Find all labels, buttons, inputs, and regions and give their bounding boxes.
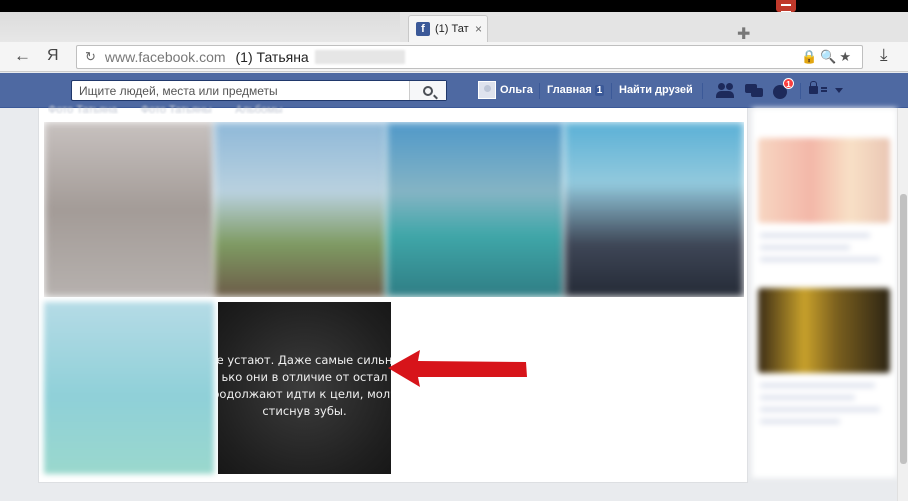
nav-home-link[interactable]: Главная 1 <box>547 84 605 96</box>
nav-profile-link[interactable]: Ольга <box>500 84 533 96</box>
subtab-photos-of[interactable]: Фото Татьяна <box>48 104 117 114</box>
sidebar-text-line <box>760 383 875 388</box>
user-avatar[interactable] <box>478 81 496 99</box>
photo-thumbnail[interactable] <box>214 122 386 297</box>
search-input[interactable] <box>72 81 408 100</box>
search-button[interactable] <box>409 81 446 100</box>
nav-home-label: Главная <box>547 84 592 96</box>
messages-icon[interactable] <box>744 82 764 100</box>
page-scrollbar[interactable] <box>897 108 908 501</box>
tab-title: (1) Тат <box>435 23 469 35</box>
url-field[interactable]: ↻ www.facebook.com (1) Татьяна 🔒🔍★ <box>76 45 863 69</box>
sidebar-text-line <box>760 419 840 424</box>
blurred-tabs <box>0 12 400 42</box>
annotation-arrow-shape <box>388 350 527 387</box>
chevron-down-icon <box>835 88 843 93</box>
facebook-favicon-icon: f <box>416 22 430 36</box>
photo-thumbnail-quote[interactable]: е устают. Даже самые сильн ько они в отл… <box>218 302 391 474</box>
nav-divider <box>800 83 801 99</box>
sidebar-ad-image[interactable] <box>758 288 890 373</box>
yandex-logo-icon[interactable]: Я <box>47 47 59 65</box>
lock-icon <box>809 81 818 94</box>
search-icon <box>423 85 433 96</box>
nav-divider <box>539 83 540 99</box>
url-host: www.facebook.com <box>104 49 226 65</box>
annotation-arrow-icon <box>388 350 527 387</box>
back-arrow-icon[interactable]: ← <box>14 46 31 66</box>
privacy-menu-icon[interactable] <box>809 81 845 100</box>
reload-icon[interactable]: ↻ <box>85 49 96 65</box>
menu-lines-icon <box>821 87 827 89</box>
tab-close-icon[interactable]: × <box>475 22 482 36</box>
photo-thumbnail[interactable] <box>564 122 744 297</box>
download-icon[interactable]: ⤓ <box>880 45 888 65</box>
photo-thumbnail-beach[interactable] <box>44 302 214 474</box>
subtab-albums[interactable]: Альбомы <box>235 104 282 114</box>
sidebar-text-line <box>760 257 880 262</box>
photo-subtabs: Фото Татьяна Фото Татьяны Альбомы <box>48 102 303 114</box>
masked-surname <box>314 50 405 64</box>
home-count-badge: 1 <box>594 85 605 96</box>
sidebar-ad-image[interactable] <box>758 138 890 223</box>
sidebar-text-line <box>760 395 855 400</box>
page-content: Фото Татьяна Фото Татьяны Альбомы е уста… <box>0 104 908 501</box>
photo-row-blurred <box>44 122 744 297</box>
scrollbar-thumb[interactable] <box>900 194 907 464</box>
browser-tab-bar: f (1) Тат × ✚ <box>0 12 908 43</box>
right-sidebar-blurred <box>752 108 897 478</box>
sidebar-text-line <box>760 245 850 250</box>
sidebar-text-line <box>760 233 870 238</box>
quote-text: е устают. Даже самые сильн ько они в отл… <box>218 353 391 418</box>
friend-requests-icon[interactable] <box>716 82 736 100</box>
notifications-badge: 1 <box>783 78 794 89</box>
subtab-photos-by[interactable]: Фото Татьяны <box>141 104 212 114</box>
photo-thumbnail[interactable] <box>386 122 564 297</box>
browser-address-bar: ← Я ↻ www.facebook.com (1) Татьяна 🔒🔍★ ⤓ <box>0 42 908 72</box>
photo-thumbnail[interactable] <box>44 122 214 297</box>
nav-divider <box>611 83 612 99</box>
new-tab-icon[interactable]: ✚ <box>737 27 750 43</box>
sidebar-text-line <box>760 407 880 412</box>
notifications-icon[interactable]: 1 <box>772 78 794 100</box>
tab-facebook[interactable]: f (1) Тат × <box>408 15 488 42</box>
nav-find-friends-link[interactable]: Найти друзей <box>619 84 693 96</box>
nav-divider <box>702 83 703 99</box>
minimize-icon[interactable] <box>776 0 796 13</box>
window-top-strip <box>0 0 908 13</box>
url-page-title: (1) Татьяна <box>235 49 309 65</box>
address-actions-icon[interactable]: 🔒🔍★ <box>801 49 854 65</box>
search-box[interactable] <box>71 80 447 101</box>
